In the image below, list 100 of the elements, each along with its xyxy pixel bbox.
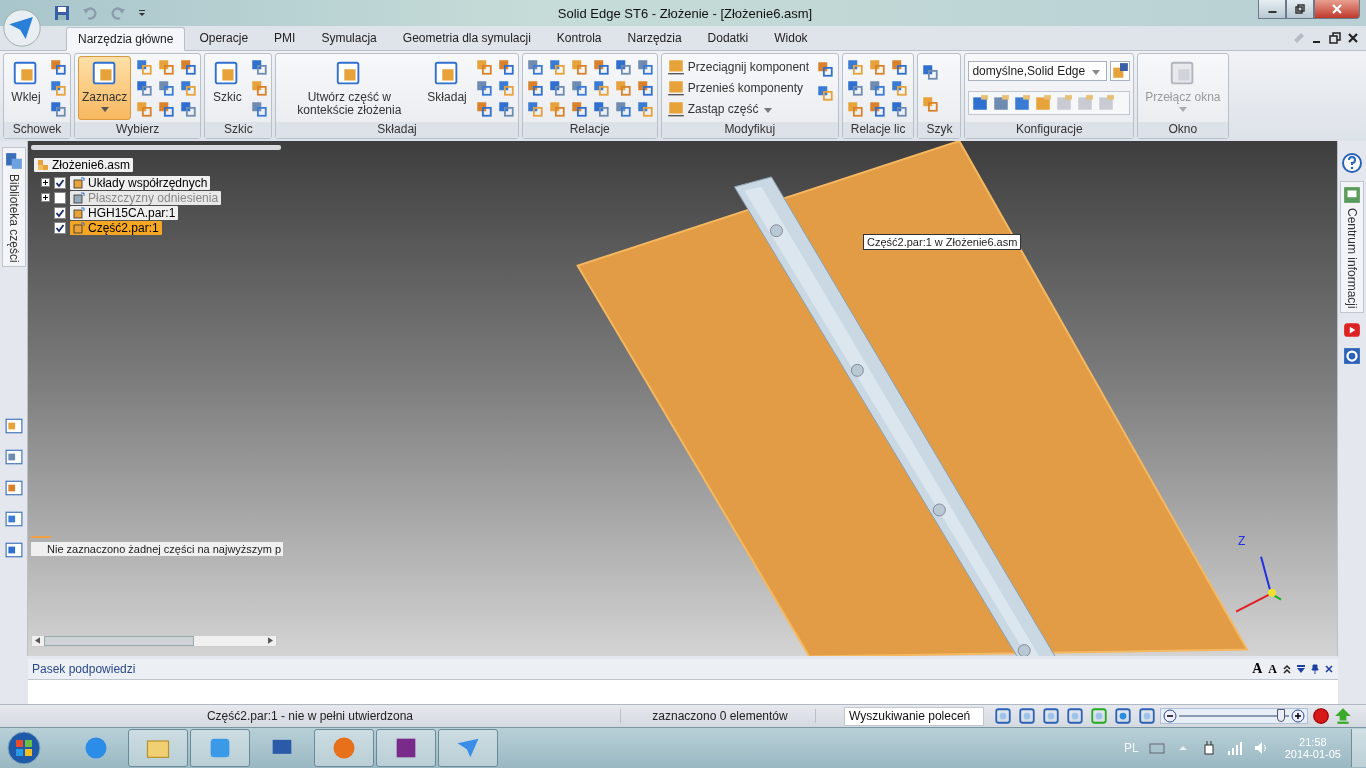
tool-icon[interactable] [250,78,269,97]
tool-icon[interactable] [179,78,198,97]
collapse-icon[interactable] [1282,664,1292,675]
ribbon-tab[interactable]: Geometria dla symulacji [390,26,543,50]
tree-item[interactable]: Układy współrzędnych [70,175,211,190]
view-tool-icon[interactable] [1042,707,1060,726]
config-icon[interactable] [992,93,1011,112]
tool-icon[interactable] [815,84,834,102]
config-icon[interactable] [971,93,990,112]
tool-icon[interactable] [474,78,493,97]
taskbar-app-icon[interactable] [128,729,188,768]
tool-icon[interactable] [569,57,588,76]
tool-icon[interactable] [569,78,588,97]
close-icon[interactable] [1346,31,1360,45]
tool-icon[interactable] [889,100,908,119]
ribbon-tab[interactable]: Dodatki [695,26,761,50]
customize-menu-icon[interactable] [138,9,146,17]
tool-icon[interactable] [496,57,515,76]
tool-icon[interactable] [474,100,493,119]
tool-icon[interactable] [889,57,908,76]
restore-button[interactable] [1286,0,1314,19]
taskbar-app-icon[interactable] [314,729,374,768]
tool-icon[interactable] [474,57,493,76]
tool-icon[interactable] [250,57,269,76]
ribbon-button[interactable]: Zastąp część [664,99,811,120]
start-button[interactable] [6,730,42,767]
tool-icon[interactable] [49,100,67,119]
ribbon-button[interactable]: Szkic [208,56,247,120]
zoom-out-icon[interactable] [1163,709,1177,724]
panel-icon[interactable] [4,510,23,529]
ribbon-button[interactable]: Przenieś komponenty [664,77,811,98]
scroll-right-icon[interactable] [268,637,273,645]
checkbox[interactable] [54,176,66,189]
tool-icon[interactable] [525,57,544,76]
tool-icon[interactable] [49,57,67,76]
tool-icon[interactable] [135,100,154,119]
dropdown-icon[interactable] [1296,664,1306,675]
tool-icon[interactable] [889,78,908,97]
zoom-slider[interactable] [1179,709,1289,724]
save-config-icon[interactable] [1110,60,1131,81]
checkbox[interactable] [54,206,66,219]
scrollbar[interactable] [31,634,277,647]
tool-icon[interactable] [157,100,176,119]
ribbon-tab[interactable]: Narzędzia główne [66,27,186,51]
tool-icon[interactable] [179,57,198,76]
tool-icon[interactable] [569,100,588,119]
tool-icon[interactable] [496,100,515,119]
tool-icon[interactable] [525,78,544,97]
font-size-button[interactable]: A [1267,661,1278,677]
restore-icon[interactable] [1328,31,1342,45]
record-icon[interactable] [1312,707,1330,726]
view-tool-icon[interactable] [1066,707,1084,726]
save-icon[interactable] [54,5,70,21]
ribbon-tab[interactable]: Symulacja [309,26,389,50]
panel-icon[interactable] [4,448,23,467]
tool-icon[interactable] [591,100,610,119]
taskbar-app-icon[interactable] [376,729,436,768]
tool-icon[interactable] [49,78,67,97]
tool-icon[interactable] [157,57,176,76]
panel-icon[interactable] [4,417,23,436]
tool-icon[interactable] [547,100,566,119]
view-tool-icon[interactable] [994,707,1012,726]
ribbon-tab[interactable]: Narzędzia [615,26,694,50]
view-tool-icon[interactable] [1090,707,1108,726]
ribbon-button[interactable]: Składaj [423,56,471,120]
panel-icon[interactable] [4,479,23,498]
view-tool-icon[interactable] [1138,707,1156,726]
panel-icon[interactable] [4,541,23,560]
show-desktop-button[interactable] [1351,729,1366,768]
tool-icon[interactable] [845,78,864,97]
side-tab[interactable]: Centrum informacji [1340,180,1364,314]
tool-icon[interactable] [591,57,610,76]
tool-icon[interactable] [845,100,864,119]
minimize-button[interactable] [1258,0,1286,19]
tool-icon[interactable] [135,57,154,76]
ribbon-tab[interactable]: Widok [762,26,820,50]
ribbon-tab[interactable]: Kontrola [544,26,614,50]
close-icon[interactable] [1324,664,1334,675]
ribbon-button[interactable]: Zaznacz [78,56,132,120]
tool-icon[interactable] [921,62,940,81]
tool-icon[interactable] [635,78,654,97]
view-tool-icon[interactable] [1114,707,1132,726]
expand-toggle[interactable] [41,178,50,188]
pin-icon[interactable] [1310,664,1320,675]
ribbon-tab[interactable]: PMI [262,26,308,50]
tool-icon[interactable] [867,57,886,76]
tree-item[interactable]: Część2.par:1 [70,220,162,235]
tool-icon[interactable] [613,100,632,119]
command-search-field[interactable]: Wyszukiwanie poleceń [844,706,984,726]
tree-item[interactable]: Złożenie6.asm [34,157,134,172]
tool-icon[interactable] [135,78,154,97]
tool-icon[interactable] [525,100,544,119]
panel-handle[interactable] [31,144,281,150]
close-button[interactable] [1314,0,1360,19]
taskbar-app-icon[interactable] [438,729,498,768]
ribbon-tab[interactable]: Operacje [187,26,261,50]
config-icon[interactable] [1013,93,1032,112]
ribbon-button[interactable]: Utwórz część w kontekście złożenia [279,56,420,120]
font-size-button[interactable]: A [1251,661,1264,678]
tool-icon[interactable] [921,94,940,113]
